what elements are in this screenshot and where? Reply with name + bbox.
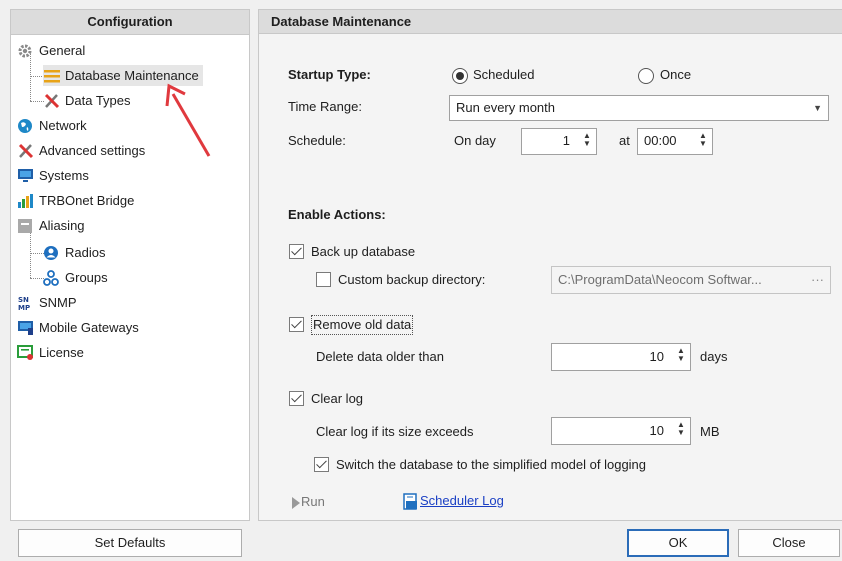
custom-backup-directory-checkbox[interactable]: [316, 272, 331, 287]
on-day-value: 1: [562, 133, 570, 148]
tree-item-data-types[interactable]: Data Types: [43, 90, 131, 111]
tree-item-label: Radios: [65, 245, 106, 260]
close-button[interactable]: Close: [738, 529, 840, 557]
tree-item-label: Groups: [65, 270, 108, 285]
tree-item-mobile-gateways[interactable]: Mobile Gateways: [17, 317, 139, 338]
at-time-stepper[interactable]: 00:00 ▲ ▼: [637, 128, 713, 155]
delete-older-label: Delete data older than: [316, 349, 444, 364]
spin-arrows-icon[interactable]: ▲ ▼: [582, 132, 592, 148]
schedule-label: Schedule:: [288, 133, 346, 148]
user-icon: [43, 245, 61, 261]
annotation-arrow-icon: [165, 83, 211, 157]
monitor-icon: [17, 168, 35, 184]
clear-log-size-stepper[interactable]: 10 ▲ ▼: [551, 417, 691, 445]
at-label: at: [619, 133, 630, 148]
tree-item-label: Data Types: [65, 93, 131, 108]
svg-text:MP: MP: [18, 304, 30, 311]
simplified-logging-label[interactable]: Switch the database to the simplified mo…: [336, 456, 646, 474]
tree-item-label: Network: [39, 118, 87, 133]
on-day-stepper[interactable]: 1 ▲ ▼: [521, 128, 597, 155]
play-icon: [292, 496, 300, 509]
once-radio-label[interactable]: Once: [660, 66, 691, 84]
scheduled-radio[interactable]: [452, 68, 468, 84]
clear-log-size-value: 10: [649, 423, 664, 438]
backup-directory-path: C:\ProgramData\Neocom Softwar...: [558, 272, 762, 287]
time-range-value: Run every month: [456, 100, 555, 115]
tree-item-label: Mobile Gateways: [39, 320, 139, 335]
tree-item-groups[interactable]: Groups: [43, 267, 108, 288]
ok-button[interactable]: OK: [627, 529, 729, 557]
log-document-icon: [403, 492, 417, 510]
tree-item-label: General: [39, 43, 86, 58]
tree-item-advanced-settings[interactable]: Advanced settings: [17, 140, 145, 161]
license-icon: [17, 344, 35, 361]
clear-log-checkbox[interactable]: [289, 391, 304, 406]
scheduled-radio-label[interactable]: Scheduled: [473, 66, 534, 84]
enable-actions-label: Enable Actions:: [288, 207, 386, 222]
tree-item-systems[interactable]: Systems: [17, 165, 89, 186]
scheduler-log-label: Scheduler Log: [420, 493, 504, 508]
tree-item-label: Advanced settings: [39, 143, 146, 158]
time-range-select[interactable]: Run every month ▼: [449, 95, 829, 121]
tools-icon: [43, 93, 61, 109]
spin-arrows-icon[interactable]: ▲ ▼: [676, 347, 686, 363]
tree-item-label: SNMP: [39, 295, 77, 310]
at-time-value: 00:00: [644, 133, 677, 148]
delete-older-stepper[interactable]: 10 ▲ ▼: [551, 343, 691, 371]
set-defaults-button[interactable]: Set Defaults: [18, 529, 242, 557]
remove-old-data-label[interactable]: Remove old data: [311, 315, 414, 335]
remove-old-data-checkbox[interactable]: [289, 317, 304, 332]
startup-type-label: Startup Type:: [288, 67, 371, 82]
clear-log-label[interactable]: Clear log: [311, 390, 363, 408]
tree-item-aliasing[interactable]: Aliasing: [17, 215, 85, 236]
tree-item-label: TRBOnet Bridge: [39, 193, 135, 208]
tree-item-label: License: [39, 345, 84, 360]
globe-icon: [17, 118, 35, 134]
snmp-icon: SN MP: [17, 295, 35, 312]
browse-button: ···: [811, 272, 824, 287]
time-range-label: Time Range:: [288, 99, 362, 114]
delete-older-unit: days: [700, 349, 728, 364]
tree-item-trbonet-bridge[interactable]: TRBOnet Bridge: [17, 190, 134, 211]
spin-arrows-icon[interactable]: ▲ ▼: [676, 421, 686, 437]
tree-item-general[interactable]: General: [17, 40, 85, 61]
tools-icon: [17, 143, 35, 159]
simplified-logging-checkbox[interactable]: [314, 457, 329, 472]
bars-icon: [17, 193, 35, 209]
run-button[interactable]: Run: [291, 493, 325, 511]
list-icon: [17, 218, 35, 234]
gear-icon: [17, 43, 35, 59]
clear-log-size-unit: MB: [700, 424, 720, 439]
backup-database-label[interactable]: Back up database: [311, 243, 415, 261]
configuration-header: Configuration: [11, 10, 249, 35]
backup-directory-field: C:\ProgramData\Neocom Softwar... ···: [551, 266, 831, 294]
database-maintenance-panel: Database Maintenance Startup Type: Sched…: [258, 9, 842, 521]
on-day-label: On day: [454, 133, 496, 148]
configuration-panel: Configuration General Database Maintenan…: [10, 9, 250, 521]
chevron-down-icon: ▼: [813, 103, 822, 113]
spin-arrows-icon[interactable]: ▲ ▼: [698, 132, 708, 148]
tree-item-snmp[interactable]: SN MP SNMP: [17, 292, 77, 313]
tree-item-label: Aliasing: [39, 218, 85, 233]
mobile-gateway-icon: [17, 320, 35, 336]
backup-database-checkbox[interactable]: [289, 244, 304, 259]
scheduler-log-link[interactable]: Scheduler Log: [402, 491, 504, 511]
tree-item-radios[interactable]: Radios: [43, 242, 105, 263]
panel-header: Database Maintenance: [259, 10, 842, 34]
tree-item-network[interactable]: Network: [17, 115, 87, 136]
delete-older-value: 10: [649, 349, 664, 364]
database-maintenance-icon: [43, 68, 61, 84]
run-label: Run: [301, 494, 325, 509]
custom-backup-directory-label[interactable]: Custom backup directory:: [338, 271, 485, 289]
once-radio[interactable]: [638, 68, 654, 84]
clear-log-size-label: Clear log if its size exceeds: [316, 424, 474, 439]
svg-text:SN: SN: [18, 296, 29, 304]
group-icon: [43, 269, 61, 286]
tree-item-license[interactable]: License: [17, 342, 84, 363]
tree-item-label: Systems: [39, 168, 89, 183]
